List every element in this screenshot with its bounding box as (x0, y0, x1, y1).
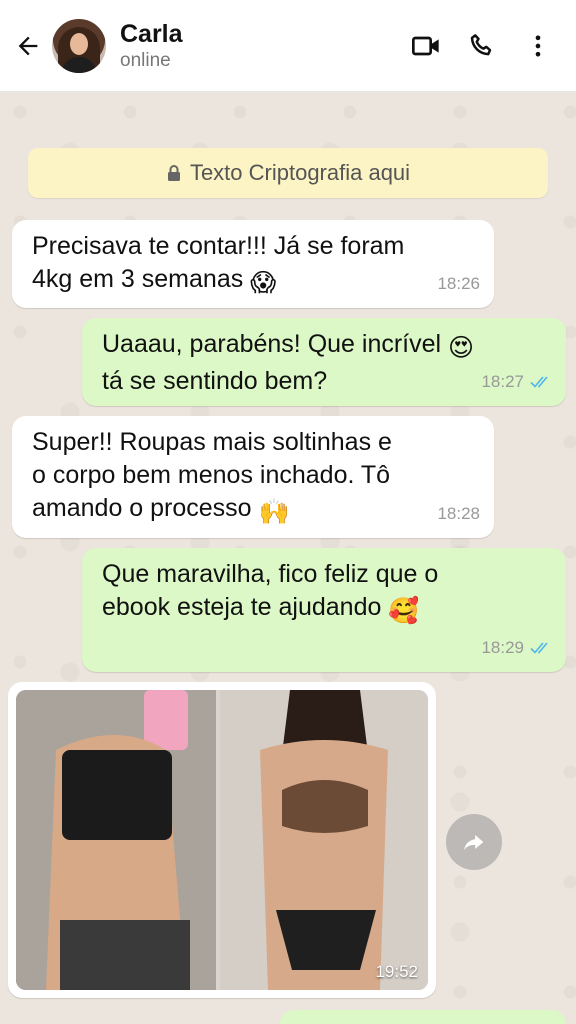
after-photo (220, 690, 428, 990)
contact-name: Carla (120, 19, 183, 48)
video-call-button[interactable] (398, 18, 454, 74)
image-message-bubble[interactable]: 19:52 (8, 682, 436, 998)
forward-button[interactable] (446, 814, 502, 870)
voice-call-button[interactable] (454, 18, 510, 74)
message-time: 18:26 (437, 274, 480, 293)
before-photo (16, 690, 216, 990)
message-time: 19:52 (375, 962, 418, 981)
raising-hands-emoji-icon: 🙌 (258, 498, 290, 526)
message-time: 18:29 (481, 638, 524, 657)
message-text: Precisava te contar!!! Já se foram 4kg e… (32, 232, 405, 293)
contact-info[interactable]: Carla online (120, 19, 183, 73)
header-actions (398, 18, 566, 74)
lock-icon (167, 165, 180, 181)
message-bubble[interactable]: Super!! Roupas mais soltinhas e o corpo … (12, 416, 494, 538)
message-text-continued: tá se sentindo bem? (102, 367, 328, 395)
chat-area[interactable]: Texto Criptografia aqui Precisava te con… (0, 92, 576, 1024)
phone-icon (470, 33, 492, 55)
message-bubble[interactable]: Precisava te contar!!! Já se foram 4kg e… (12, 220, 494, 308)
message-text: Uaaau, parabéns! Que incrível (102, 330, 442, 358)
scream-emoji-icon: 😱 (250, 269, 277, 297)
heart-eyes-emoji-icon: 😍 (448, 334, 475, 362)
read-ticks-icon (530, 375, 548, 388)
encryption-notice[interactable]: Texto Criptografia aqui (28, 148, 548, 198)
message-time: 18:28 (437, 504, 480, 523)
forward-icon (464, 835, 484, 851)
chat-header: Carla online (0, 0, 576, 92)
encryption-notice-text: Texto Criptografia aqui (189, 160, 411, 185)
message-bubble[interactable]: Que maravilha, fico feliz que o ebook es… (82, 548, 566, 672)
back-button[interactable] (4, 22, 52, 70)
back-arrow-icon (18, 36, 38, 55)
more-vert-icon (535, 35, 541, 56)
video-call-icon (412, 36, 439, 55)
more-options-button[interactable] (510, 18, 566, 74)
message-text: Super!! Roupas mais soltinhas e o corpo … (32, 428, 392, 522)
contact-status: online (120, 49, 171, 71)
read-ticks-icon (530, 641, 548, 654)
message-bubble-partial[interactable] (280, 1010, 566, 1024)
message-bubble[interactable]: Uaaau, parabéns! Que incrível 😍 tá se se… (82, 318, 566, 406)
message-time: 18:27 (481, 372, 524, 391)
smiling-hearts-emoji-icon: 🥰 (388, 597, 420, 625)
image-message[interactable]: 19:52 (16, 690, 428, 990)
avatar[interactable] (52, 18, 106, 73)
